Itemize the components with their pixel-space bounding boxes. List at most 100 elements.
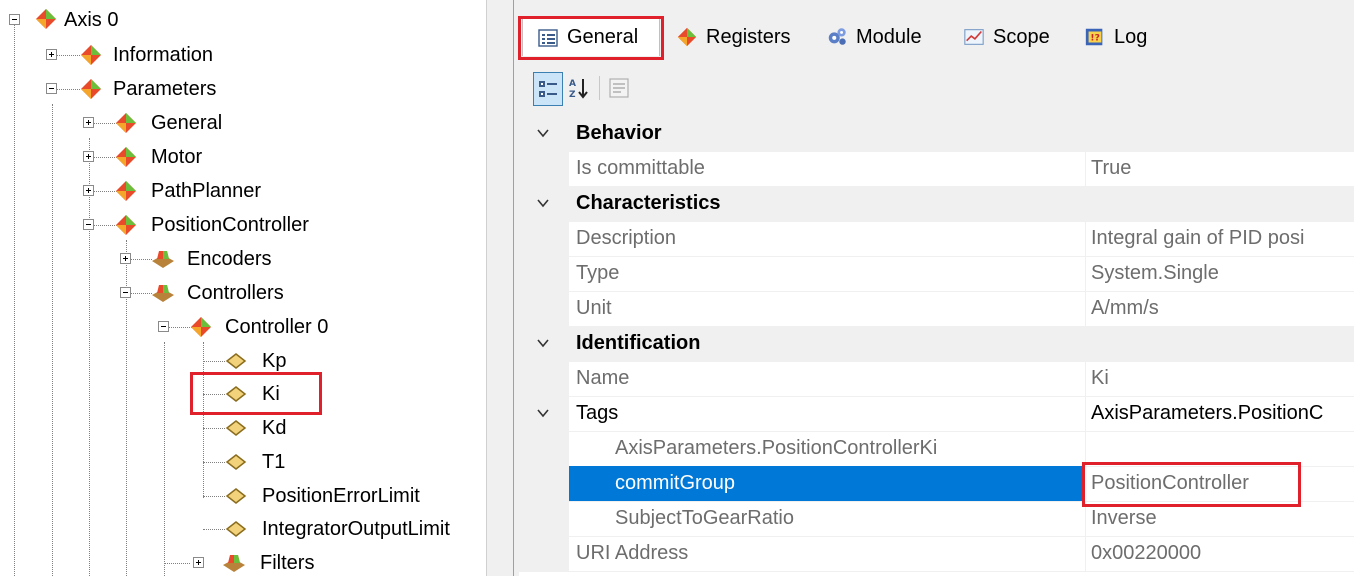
axis-icon (36, 9, 56, 29)
tree-view[interactable]: Axis 0 Information Parameters General Mo… (0, 0, 486, 576)
property-row[interactable]: AxisParameters.PositionControllerKi (519, 431, 1354, 467)
tree-item-filters[interactable]: Filters (260, 551, 314, 575)
svg-text:Z: Z (569, 90, 576, 100)
folder-diamond-icon (152, 285, 174, 302)
category-row[interactable]: Behavior (519, 116, 1354, 152)
axis-icon (116, 181, 136, 201)
expand-toggle[interactable] (46, 49, 57, 60)
property-value[interactable]: A/mm/s (1091, 291, 1159, 326)
tab-strip: General Registers Module Scope !? Log (514, 0, 1354, 68)
axis-icon (116, 113, 136, 133)
chart-icon (964, 29, 984, 45)
property-row[interactable]: Name Ki (519, 361, 1354, 397)
pane-splitter[interactable] (486, 0, 514, 576)
property-value[interactable]: Ki (1091, 361, 1109, 396)
category-label: Behavior (576, 122, 662, 144)
property-row[interactable]: Type System.Single (519, 256, 1354, 292)
category-label: Identification (576, 332, 701, 354)
expand-toggle[interactable] (120, 253, 131, 264)
property-name: SubjectToGearRatio (615, 507, 794, 529)
property-value[interactable]: AxisParameters.PositionC (1091, 396, 1323, 431)
property-name: AxisParameters.PositionControllerKi (615, 437, 938, 459)
property-value[interactable]: True (1091, 151, 1131, 186)
category-label: Characteristics (576, 192, 721, 214)
tree-item-information[interactable]: Information (113, 43, 213, 67)
tree-item-controllers[interactable]: Controllers (187, 281, 284, 305)
property-row[interactable]: Unit A/mm/s (519, 291, 1354, 327)
property-row[interactable]: Is committable True (519, 151, 1354, 187)
tree-item-controller-0[interactable]: Controller 0 (225, 315, 328, 339)
tree-item-ki[interactable]: Ki (262, 382, 280, 406)
tree-item-encoders[interactable]: Encoders (187, 247, 272, 271)
axis-icon (81, 45, 101, 65)
tab-label: Scope (993, 25, 1050, 48)
collapse-toggle[interactable] (83, 219, 94, 230)
tree-item-general[interactable]: General (151, 111, 222, 135)
property-row[interactable]: Description Integral gain of PID posi (519, 221, 1354, 257)
tab-label: Registers (706, 25, 791, 48)
tree-item-positioncontroller[interactable]: PositionController (151, 213, 309, 237)
property-value[interactable]: Integral gain of PID posi (1091, 221, 1304, 256)
tab-general[interactable]: General (522, 18, 660, 56)
collapse-toggle[interactable] (158, 321, 169, 332)
property-value[interactable]: 0x00220000 (1091, 536, 1201, 571)
property-pages-button[interactable] (605, 72, 633, 104)
alphabetical-button[interactable]: AZ (565, 72, 593, 104)
tree-item-motor[interactable]: Motor (151, 145, 202, 169)
expand-toggle[interactable] (83, 117, 94, 128)
tab-log[interactable]: !? Log (1084, 18, 1147, 56)
property-row[interactable]: SubjectToGearRatio Inverse (519, 501, 1354, 537)
property-value[interactable]: System.Single (1091, 256, 1219, 291)
category-row[interactable]: Identification (519, 326, 1354, 362)
parameter-icon (225, 420, 247, 436)
tab-label: Log (1114, 25, 1148, 48)
chevron-down-icon[interactable] (535, 195, 551, 211)
property-row[interactable]: URI Address 0x00220000 (519, 536, 1354, 572)
axis-icon (116, 147, 136, 167)
property-pages-icon (609, 78, 629, 98)
collapse-toggle[interactable] (120, 287, 131, 298)
tree-item-integratoroutputlimit[interactable]: IntegratorOutputLimit (262, 517, 450, 541)
expand-toggle[interactable] (83, 151, 94, 162)
property-value[interactable]: PositionController (1091, 466, 1249, 501)
tree-item-parameters[interactable]: Parameters (113, 77, 216, 101)
tree-item-t1[interactable]: T1 (262, 450, 285, 474)
expand-toggle[interactable] (193, 557, 204, 568)
collapse-toggle[interactable] (46, 83, 57, 94)
diamond-icon (677, 27, 697, 47)
axis-icon (81, 79, 101, 99)
property-row-expandable[interactable]: Tags AxisParameters.PositionC (519, 396, 1354, 432)
folder-diamond-icon (223, 555, 245, 572)
tab-module[interactable]: Module (826, 18, 922, 56)
collapse-toggle[interactable] (9, 14, 20, 25)
tab-label: Module (856, 25, 922, 48)
parameter-icon (225, 386, 247, 402)
chevron-down-icon[interactable] (535, 405, 551, 421)
axis-icon (191, 317, 211, 337)
tree-item-pathplanner[interactable]: PathPlanner (151, 179, 261, 203)
chevron-down-icon[interactable] (535, 125, 551, 141)
tree-item-kp[interactable]: Kp (262, 349, 286, 373)
tree-item-kd[interactable]: Kd (262, 416, 286, 440)
categorized-button[interactable] (533, 72, 563, 106)
tab-registers[interactable]: Registers (676, 18, 790, 56)
property-grid[interactable]: Behavior Is committable True Characteris… (519, 116, 1354, 576)
property-value[interactable]: Inverse (1091, 501, 1157, 536)
tree-item-axis-0[interactable]: Axis 0 (64, 8, 118, 32)
category-row[interactable]: Characteristics (519, 186, 1354, 222)
tab-scope[interactable]: Scope (963, 18, 1050, 56)
tab-label: General (567, 26, 639, 48)
tree-item-positionerrorlimit[interactable]: PositionErrorLimit (262, 484, 420, 508)
toolbar-separator (599, 76, 600, 100)
sort-az-icon: AZ (569, 79, 588, 100)
property-row-selected[interactable]: commitGroup PositionController (519, 466, 1354, 502)
log-icon: !? (1085, 28, 1103, 46)
properties-pane: General Registers Module Scope !? Log AZ (513, 0, 1354, 576)
expand-toggle[interactable] (83, 185, 94, 196)
chevron-down-icon[interactable] (535, 335, 551, 351)
svg-text:!?: !? (1090, 33, 1100, 44)
list-icon (538, 28, 558, 47)
axis-icon (116, 215, 136, 235)
property-name: commitGroup (615, 472, 736, 494)
parameter-icon (225, 353, 247, 369)
